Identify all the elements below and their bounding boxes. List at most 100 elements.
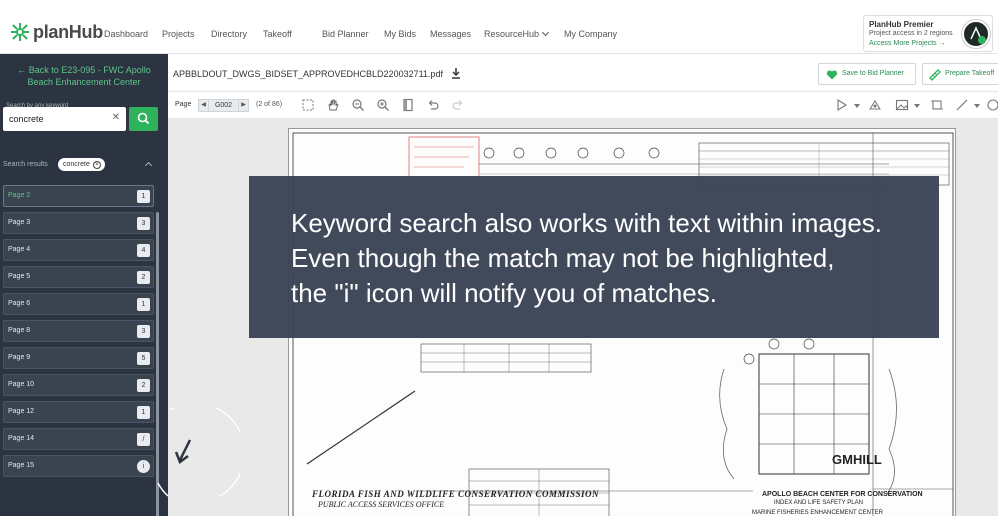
result-page-label: Page 10 (8, 381, 35, 388)
nav-projects[interactable]: Projects (162, 29, 195, 39)
search-box: ✕ (3, 107, 126, 131)
zoom-out-icon[interactable] (351, 98, 365, 112)
match-count-badge: 2 (137, 379, 150, 392)
nav-resourcehub-label: ResourceHub (484, 29, 540, 39)
match-count-badge: 2 (137, 271, 150, 284)
caption-line-2: Even though the match may not be highlig… (291, 243, 835, 273)
undo-icon[interactable] (426, 98, 440, 112)
match-count-badge: 4 (137, 244, 150, 257)
chevron-down-icon (541, 28, 550, 37)
redo-icon[interactable] (451, 98, 465, 112)
nav-bid-planner[interactable]: Bid Planner (322, 29, 369, 39)
nav-directory[interactable]: Directory (211, 29, 247, 39)
result-page-label: Page 6 (8, 300, 31, 307)
keyword-chip[interactable]: concrete × (58, 158, 105, 171)
takeoff-button-label: Prepare Takeoff (945, 70, 995, 77)
search-sidebar: ← Back to E23-095 - FWC Apollo Beach Enh… (0, 54, 168, 516)
sheet-drawing-title: INDEX AND LIFE SAFETY PLAN (774, 500, 863, 506)
match-count-badge: 5 (137, 352, 150, 365)
clear-icon[interactable]: ✕ (112, 112, 120, 123)
nav-resourcehub[interactable]: ResourceHub (484, 28, 550, 39)
search-button[interactable] (129, 107, 158, 131)
company-logo-icon (970, 26, 986, 44)
result-page-label: Page 5 (8, 273, 31, 280)
result-page-label: Page 8 (8, 327, 31, 334)
annotate-arrow-icon[interactable] (835, 98, 849, 112)
results-label: Search results (3, 161, 48, 168)
sheet-agency-title: FLORIDA FISH AND WILDLIFE CONSERVATION C… (312, 489, 599, 499)
line-tool-icon[interactable] (955, 98, 969, 112)
result-page-label: Page 14 (8, 435, 35, 442)
ruler-icon (929, 69, 941, 81)
image-match-info-icon: i (137, 460, 150, 473)
result-page-label: Page 3 (8, 219, 31, 226)
result-page-3[interactable]: Page 3 3 (3, 212, 154, 234)
user-avatar[interactable] (962, 20, 990, 48)
document-header: APBBLDOUT_DWGS_BIDSET_APPROVEDHCBLD22003… (168, 54, 998, 92)
planhub-logo-icon (11, 23, 29, 41)
result-page-8[interactable]: Page 8 3 (3, 320, 154, 342)
match-count-badge: 3 (137, 325, 150, 338)
next-page-button[interactable]: ▶ (238, 99, 249, 112)
premier-title: PlanHub Premier (869, 20, 934, 29)
sheet-project-title: APOLLO BEACH CENTER FOR CONSERVATION (762, 491, 923, 498)
nav-messages[interactable]: Messages (430, 29, 471, 39)
caption-line-1: Keyword search also works with text with… (291, 208, 883, 238)
result-page-15[interactable]: Page 15 i (3, 455, 154, 477)
document-filename: APBBLDOUT_DWGS_BIDSET_APPROVEDHCBLD22003… (173, 69, 443, 79)
caption-line-3: the "i" icon will notify you of matches. (291, 278, 717, 308)
prepare-takeoff-button[interactable]: Prepare Takeoff (922, 63, 998, 85)
caret-down-icon[interactable] (914, 104, 920, 108)
tutorial-caption: Keyword search also works with text with… (249, 176, 939, 338)
image-icon[interactable] (895, 98, 909, 112)
save-to-bid-planner-button[interactable]: Save to Bid Planner (818, 63, 916, 85)
pan-hand-icon[interactable] (326, 98, 340, 112)
heart-icon (826, 70, 838, 80)
result-page-14[interactable]: Page 14 / (3, 428, 154, 450)
callout-circle-icon (157, 408, 240, 497)
remove-chip-icon[interactable]: × (92, 161, 101, 169)
comment-icon[interactable] (986, 98, 998, 112)
save-button-label: Save to Bid Planner (842, 70, 904, 77)
result-page-2[interactable]: Page 2 1 (3, 185, 154, 207)
chevron-up-icon[interactable] (144, 161, 153, 170)
back-to-project-link[interactable]: ← Back to E23-095 - FWC Apollo Beach Enh… (6, 64, 162, 88)
search-input[interactable] (9, 112, 104, 126)
sheet-project-subtitle: MARINE FISHERIES ENHANCEMENT CENTER (752, 510, 883, 516)
page-label: Page (175, 101, 192, 108)
result-page-9[interactable]: Page 9 5 (3, 347, 154, 369)
result-page-label: Page 4 (8, 246, 31, 253)
premier-link[interactable]: Access More Projects → (869, 40, 946, 47)
previous-page-button[interactable]: ◀ (198, 99, 209, 112)
result-page-6[interactable]: Page 6 1 (3, 293, 154, 315)
nav-dashboard[interactable]: Dashboard (104, 29, 148, 39)
result-page-5[interactable]: Page 5 2 (3, 266, 154, 288)
nav-my-company[interactable]: My Company (564, 29, 617, 39)
search-icon (137, 112, 150, 125)
premier-subtitle: Project access in 2 regions (869, 30, 953, 37)
sheet-office-title: PUBLIC ACCESS SERVICES OFFICE (318, 500, 445, 509)
stamp-icon[interactable] (868, 98, 882, 112)
download-icon[interactable] (451, 67, 461, 79)
nav-takeoff[interactable]: Takeoff (263, 29, 292, 39)
caret-down-icon[interactable] (854, 104, 860, 108)
planhub-logo[interactable]: planHub (10, 20, 103, 44)
result-page-label: Page 2 (8, 192, 31, 199)
caret-down-icon[interactable] (974, 104, 980, 108)
page-count: (2 of 86) (256, 101, 283, 108)
result-page-10[interactable]: Page 10 2 (3, 374, 154, 396)
result-page-4[interactable]: Page 4 4 (3, 239, 154, 261)
fit-page-icon[interactable] (401, 98, 415, 112)
nav-my-bids[interactable]: My Bids (384, 29, 416, 39)
result-page-label: Page 15 (8, 462, 35, 469)
select-box-icon[interactable] (301, 98, 315, 112)
result-page-label: Page 9 (8, 354, 31, 361)
crop-icon[interactable] (930, 98, 944, 112)
logo-text: planHub (33, 21, 103, 42)
page-number-input[interactable]: G002 (209, 99, 238, 112)
viewer-toolbar: Page ◀ G002 ▶ (2 of 86) (168, 92, 998, 119)
match-count-badge: 1 (137, 190, 150, 203)
result-page-12[interactable]: Page 12 1 (3, 401, 154, 423)
zoom-in-icon[interactable] (376, 98, 390, 112)
top-navigation: planHub Dashboard Projects Directory Tak… (0, 0, 998, 54)
